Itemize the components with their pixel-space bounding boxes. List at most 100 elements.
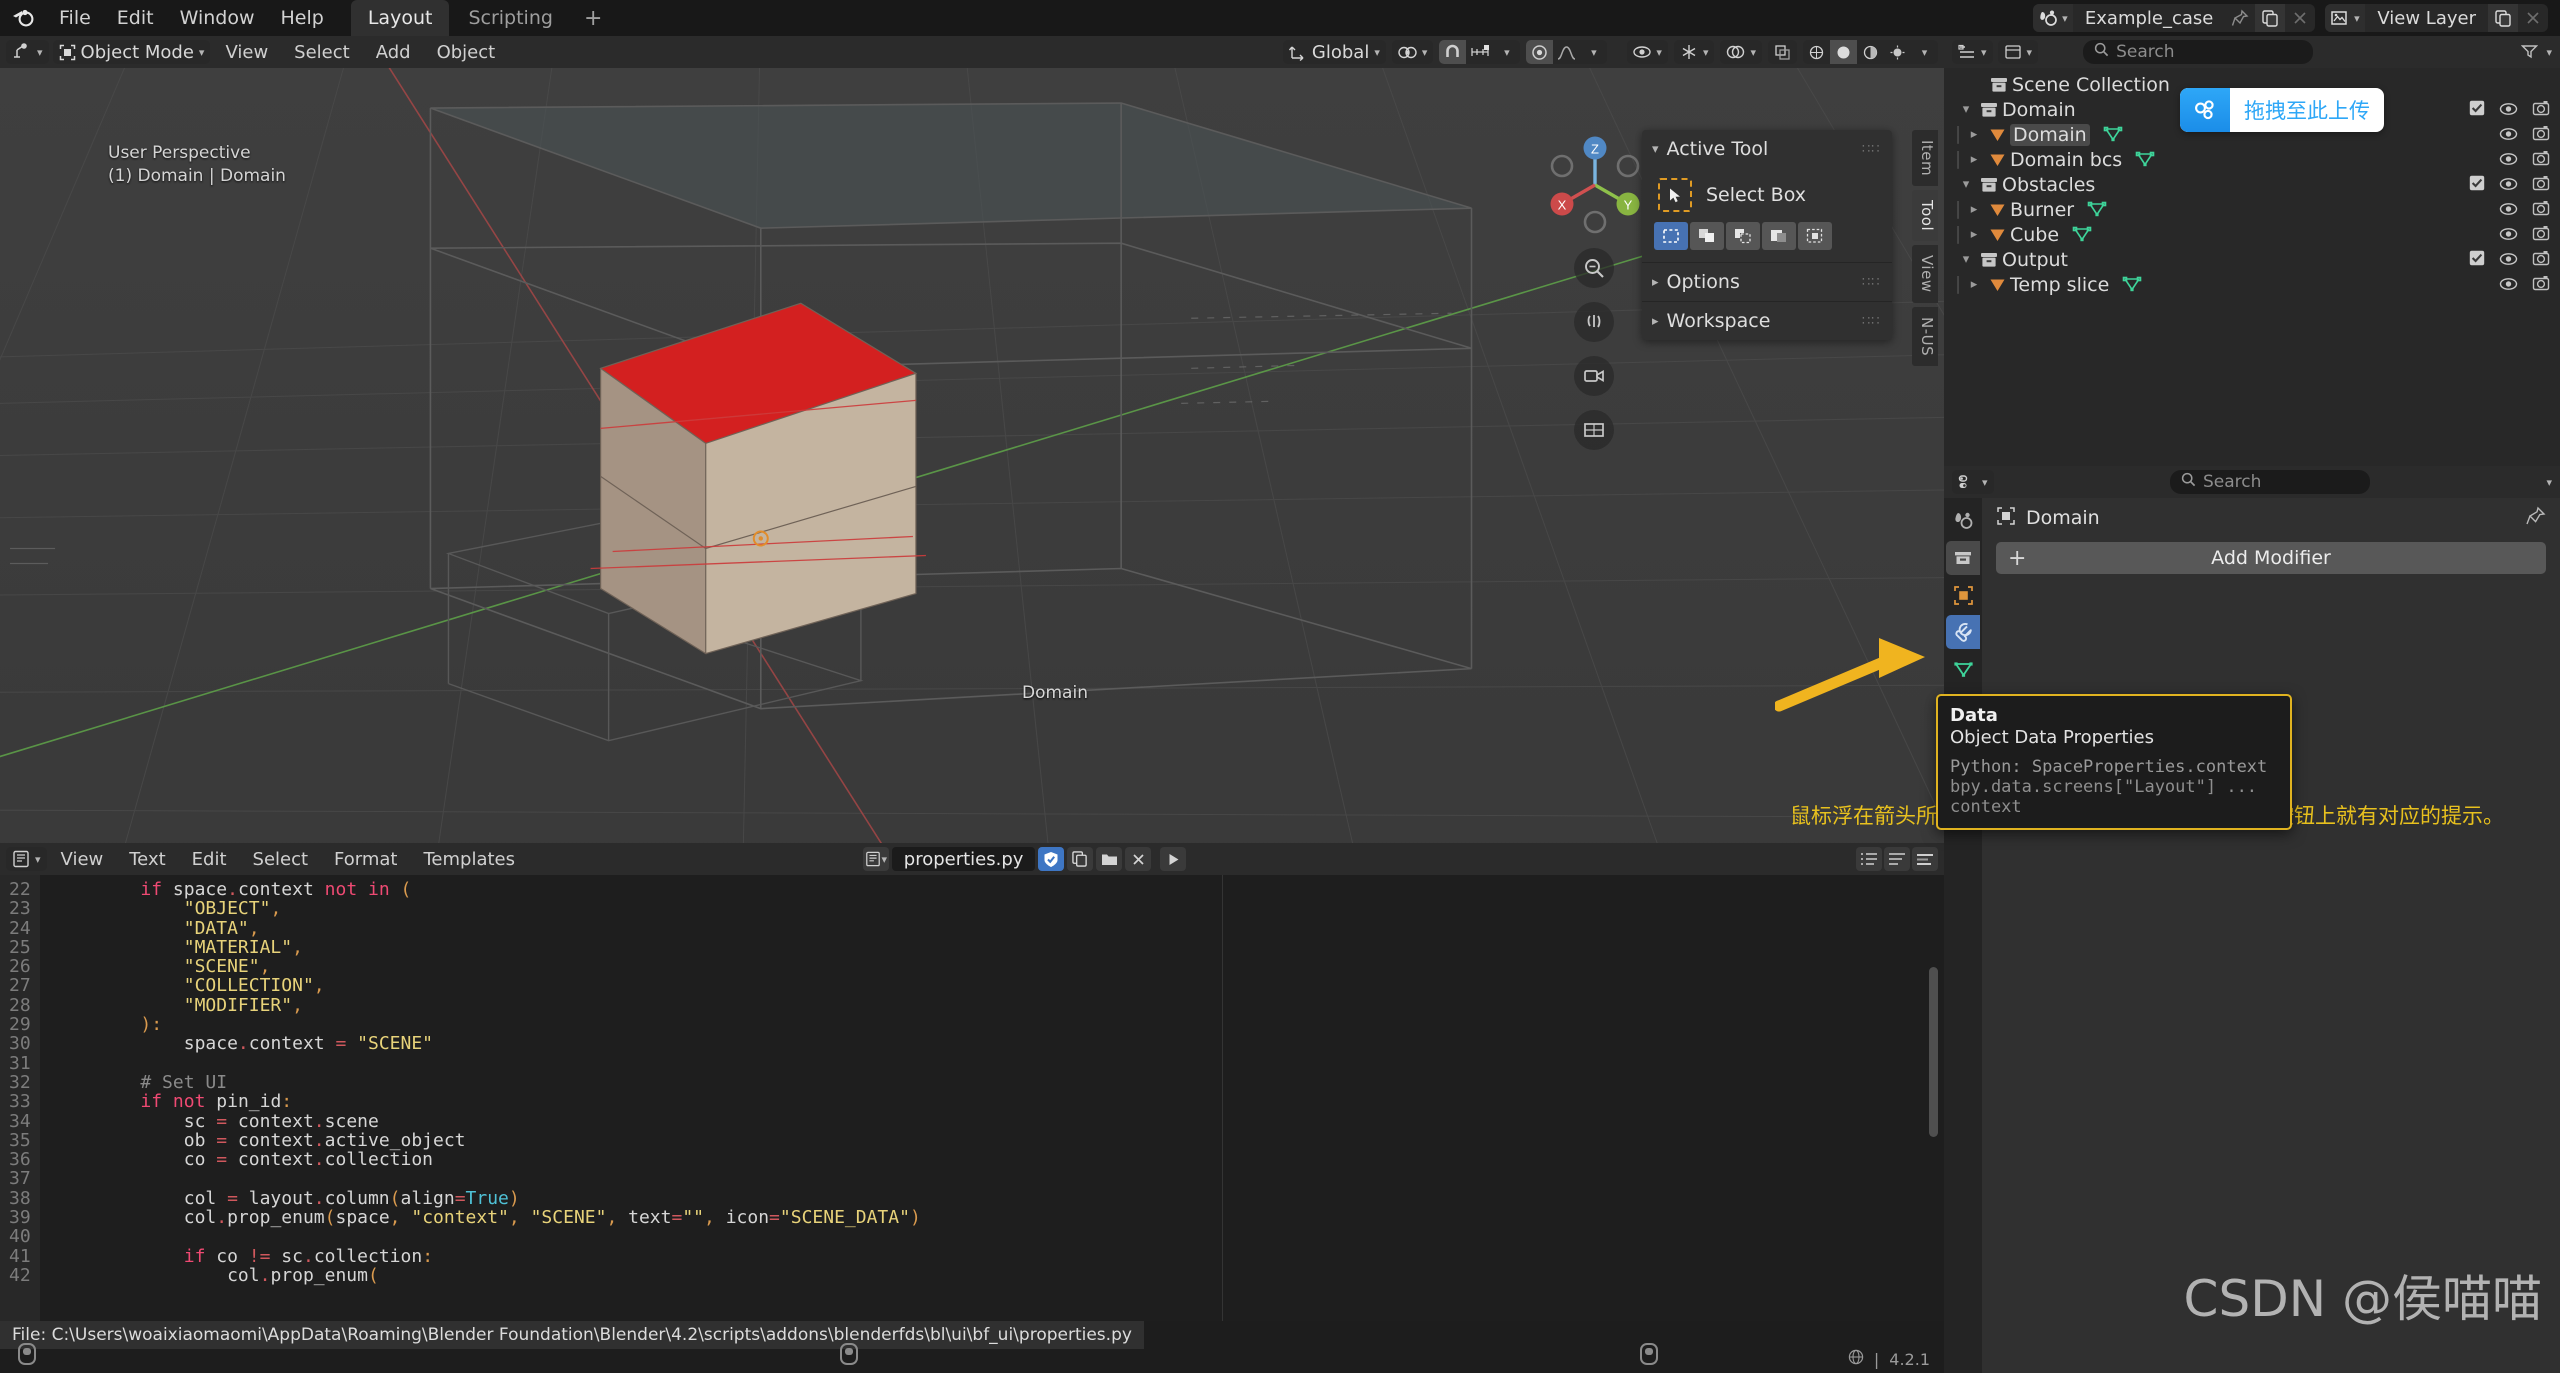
viewport-menu-object[interactable]: Object (426, 40, 507, 65)
visibility-eye-icon[interactable] (2499, 249, 2518, 271)
workspace-tab-scripting[interactable]: Scripting (451, 0, 570, 36)
outliner-row[interactable]: │ ▸ Burner (1944, 197, 2560, 222)
row-checkbox[interactable] (2469, 249, 2485, 271)
outliner-row-label[interactable]: Domain (2002, 99, 2076, 121)
chevron-down-icon[interactable]: ▾ (2546, 46, 2552, 59)
filter-icon[interactable] (2521, 40, 2539, 64)
close-icon[interactable] (1125, 847, 1152, 871)
proportional-editing-icon[interactable] (1526, 40, 1554, 64)
editor-type-outliner-icon[interactable]: ▾ (1952, 40, 1993, 64)
visibility-eye-icon[interactable] (2499, 99, 2518, 121)
interaction-mode-dropdown[interactable]: Object Mode ▾ (52, 40, 211, 64)
outliner-row-label[interactable]: Temp slice (2010, 274, 2109, 296)
add-workspace-button[interactable]: + (572, 2, 614, 35)
text-menu-select[interactable]: Select (241, 847, 321, 872)
outliner-row[interactable]: │ ▸ Cube (1944, 222, 2560, 247)
sidebar-tab-item[interactable]: Item (1912, 130, 1938, 187)
overlays-dropdown[interactable]: ▾ (1720, 40, 1762, 64)
scene-name[interactable]: Example_case (2073, 8, 2225, 29)
outliner-row-label[interactable]: Obstacles (2002, 174, 2095, 196)
properties-search-input[interactable]: Search (2170, 470, 2370, 494)
move-view-icon[interactable] (1574, 302, 1614, 342)
mesh-data-icon[interactable] (2121, 275, 2143, 294)
viewport-menu-select[interactable]: Select (283, 40, 361, 65)
pin-icon[interactable] (2225, 4, 2255, 32)
chevron-down-icon[interactable]: ▾ (1493, 40, 1520, 64)
workspace-tab-layout[interactable]: Layout (350, 0, 450, 36)
chevron-right-icon[interactable]: ▸ (1964, 152, 1984, 167)
text-menu-view[interactable]: View (49, 847, 116, 872)
data-properties-tab[interactable] (1946, 652, 1980, 686)
viewport-3d-canvas[interactable]: User Perspective (1) Domain | Domain Dom… (0, 68, 1944, 843)
transform-orientation-dropdown[interactable]: Global ▾ (1282, 40, 1386, 64)
sidebar-tab-tool[interactable]: Tool (1912, 190, 1938, 242)
view-layer-name[interactable]: View Layer (2365, 8, 2488, 29)
editor-type-text-icon[interactable]: ▾ (6, 847, 47, 871)
chevron-down-icon[interactable]: ▾ (1956, 252, 1976, 267)
outliner-row[interactable]: │ ▸ Domain bcs (1944, 147, 2560, 172)
text-menu-format[interactable]: Format (322, 847, 409, 872)
modifier-properties-tab[interactable] (1946, 615, 1980, 649)
camera-view-icon[interactable] (1574, 356, 1614, 396)
sidebar-tab-nus[interactable]: N-US (1912, 306, 1938, 367)
material-shading-icon[interactable] (1857, 40, 1884, 64)
sidebar-tab-view[interactable]: View (1912, 245, 1938, 303)
rendered-shading-icon[interactable] (1884, 40, 1911, 64)
subtract-selection-icon[interactable] (1726, 222, 1760, 250)
row-checkbox[interactable] (2469, 99, 2485, 121)
mesh-data-icon[interactable] (2134, 150, 2156, 169)
visibility-eye-icon[interactable] (2499, 224, 2518, 246)
text-datablock-icon[interactable]: ▾ (862, 847, 889, 871)
render-visibility-icon[interactable] (2532, 174, 2550, 196)
object-visibility-dropdown[interactable]: ▾ (1627, 40, 1668, 64)
outliner-row[interactable]: ▾ Output (1944, 247, 2560, 272)
xray-toggle-button[interactable] (1768, 40, 1797, 64)
workspace-section-header[interactable]: ▸ Workspace ∷∷ (1642, 302, 1892, 340)
outliner-row[interactable]: │ ▸ Temp slice (1944, 272, 2560, 297)
new-scene-icon[interactable] (2255, 4, 2286, 32)
new-view-layer-icon[interactable] (2488, 4, 2518, 32)
snap-target-icon[interactable] (1466, 40, 1493, 64)
proportional-editing-controls[interactable]: ▾ (1526, 40, 1608, 64)
chevron-right-icon[interactable]: ▸ (1964, 277, 1984, 292)
add-modifier-button[interactable]: + Add Modifier (1996, 542, 2546, 574)
drag-handle-icon[interactable]: ∷∷ (1862, 276, 1882, 289)
visibility-eye-icon[interactable] (2499, 124, 2518, 146)
visibility-eye-icon[interactable] (2499, 174, 2518, 196)
viewport-menu-add[interactable]: Add (365, 40, 422, 65)
line-numbers-icon[interactable] (1856, 847, 1882, 871)
render-visibility-icon[interactable] (2532, 99, 2550, 121)
text-menu-text[interactable]: Text (117, 847, 177, 872)
drag-handle-icon[interactable]: ∷∷ (1862, 143, 1882, 156)
render-visibility-icon[interactable] (2532, 224, 2550, 246)
visibility-eye-icon[interactable] (2499, 274, 2518, 296)
chevron-right-icon[interactable]: ▸ (1964, 227, 1984, 242)
drag-handle-icon[interactable]: ∷∷ (1862, 315, 1882, 328)
code-area[interactable]: 22 23 24 25 26 27 28 29 30 31 32 33 34 35 36 37 38 39 40 41… (0, 875, 1944, 1321)
word-wrap-icon[interactable] (1884, 847, 1910, 871)
options-section-header[interactable]: ▸ Options ∷∷ (1642, 263, 1892, 301)
scene-selector[interactable]: ▾ Example_case (2032, 4, 2316, 32)
text-filename-field[interactable]: properties.py (891, 847, 1036, 871)
extend-selection-icon[interactable] (1690, 222, 1724, 250)
chevron-down-icon[interactable]: ▾ (2546, 476, 2552, 489)
pin-icon[interactable] (2526, 506, 2546, 531)
object-properties-tab[interactable] (1946, 578, 1980, 612)
viewport-menu-view[interactable]: View (214, 40, 279, 65)
chevron-down-icon[interactable]: ▾ (1580, 40, 1607, 64)
active-tool-section-header[interactable]: ▾ Active Tool ∷∷ (1642, 130, 1892, 168)
render-visibility-icon[interactable] (2532, 274, 2550, 296)
text-menu-edit[interactable]: Edit (180, 847, 239, 872)
visibility-eye-icon[interactable] (2499, 199, 2518, 221)
outliner-row-label[interactable]: Burner (2010, 199, 2074, 221)
chevron-right-icon[interactable]: ▸ (1964, 127, 1984, 142)
toggle-ortho-icon[interactable] (1574, 410, 1614, 450)
scene-icon[interactable]: ▾ (2032, 4, 2073, 32)
menu-edit[interactable]: Edit (104, 4, 167, 32)
active-tool-row[interactable]: Select Box (1654, 172, 1880, 222)
code-scrollbar[interactable] (1929, 967, 1938, 1137)
render-visibility-icon[interactable] (2532, 124, 2550, 146)
menu-window[interactable]: Window (167, 4, 268, 32)
render-visibility-icon[interactable] (2532, 199, 2550, 221)
viewport-gizmos-dropdown[interactable]: ▾ (1673, 40, 1715, 64)
